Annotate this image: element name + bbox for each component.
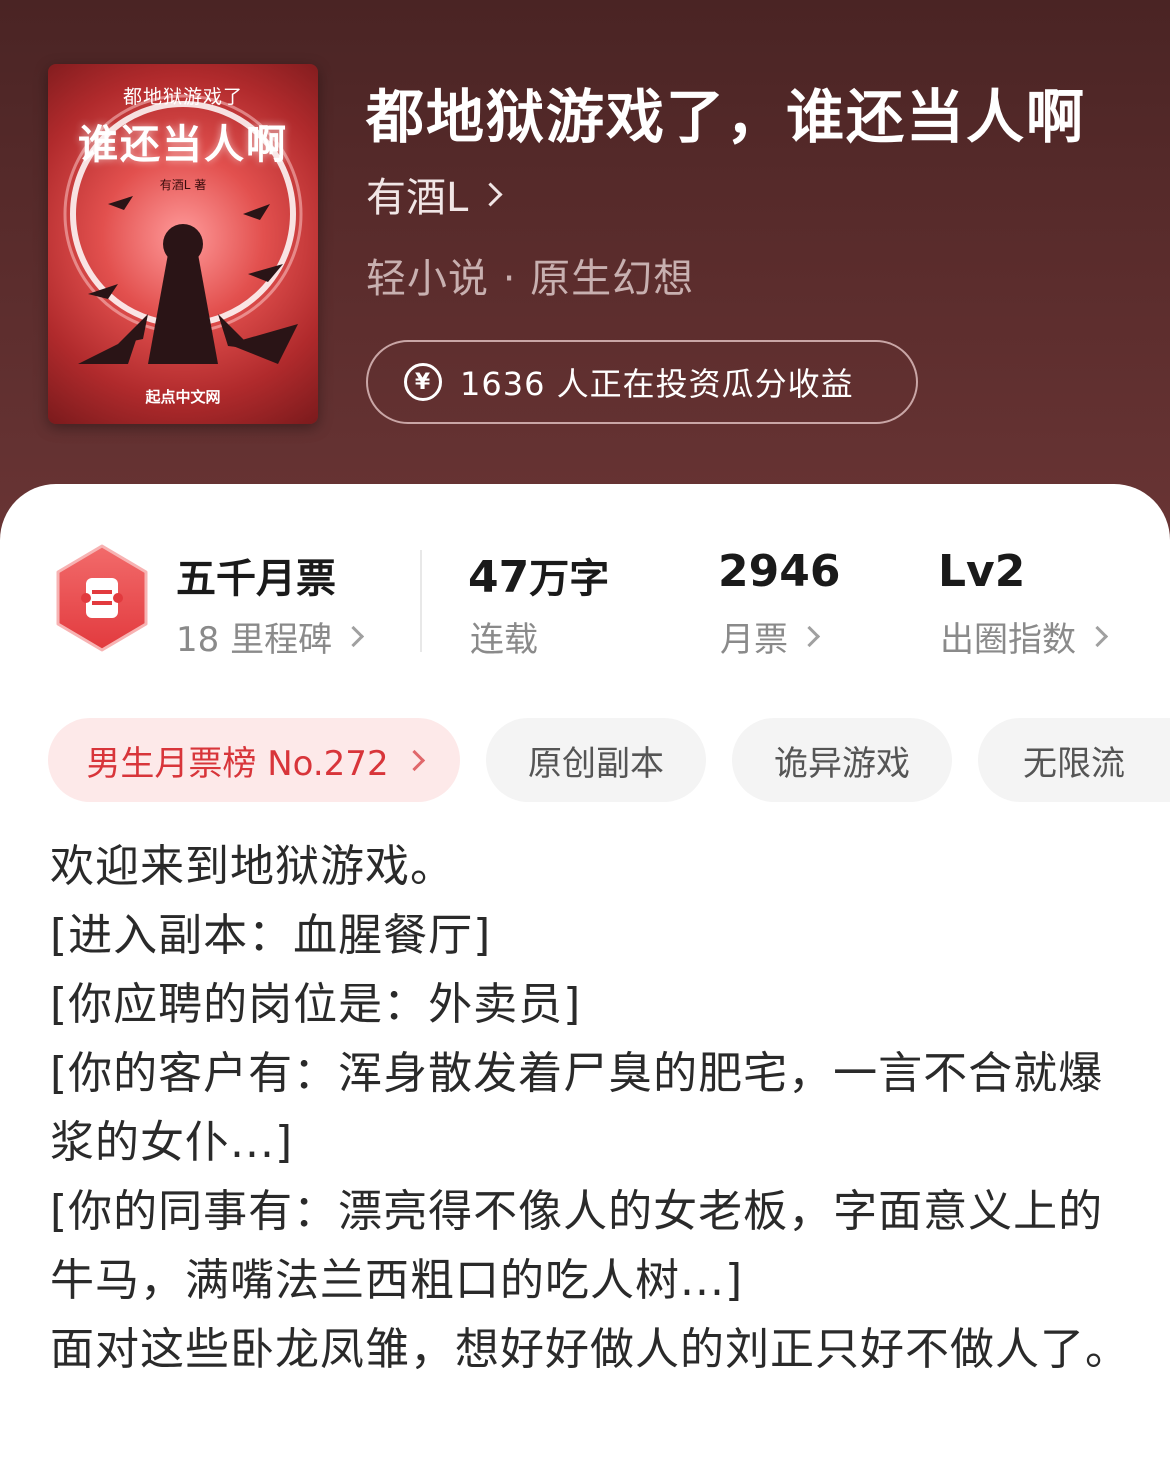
word-count-unit: 万字	[529, 556, 610, 602]
invest-text: 1636 人正在投资瓜分收益	[460, 365, 854, 403]
genre-label: 轻小说 · 原生幻想	[366, 256, 695, 302]
tag-label: 原创副本	[528, 743, 664, 784]
book-header: 都地狱游戏了 谁还当人啊 有酒L 著 起点中文网 都地狱游戏了，谁还当人啊 有酒…	[0, 0, 1170, 560]
tag-original-dungeon[interactable]: 原创副本	[486, 718, 706, 802]
cover-subtitle: 都地狱游戏了	[122, 86, 243, 108]
milestone-link[interactable]: 18 里程碑	[176, 612, 365, 661]
description-line: [你的客户有：浑身散发着尸臭的肥宅，一言不合就爆浆的女仆...]	[50, 1048, 1104, 1168]
milestone-count: 18 里程碑	[176, 620, 333, 660]
tag-label: 无限流	[1023, 743, 1125, 784]
serial-status: 连载	[470, 612, 538, 661]
ticket-badge-icon	[56, 544, 148, 652]
serial-status-label: 连载	[470, 620, 538, 660]
stats-row: 五千月票 18 里程碑 47万字 连载 2946 月票 Lv2 出圈指数	[0, 484, 1170, 684]
influence-link[interactable]: 出圈指数	[940, 612, 1109, 661]
chevron-right-icon	[403, 749, 425, 771]
description-line: [进入副本：血腥餐厅]	[50, 910, 492, 961]
description-line: [你应聘的岗位是：外卖员]	[50, 979, 582, 1030]
author-link[interactable]: 有酒L	[366, 168, 503, 221]
book-description[interactable]: 欢迎来到地狱游戏。 [进入副本：血腥餐厅] [你应聘的岗位是：外卖员] [你的客…	[50, 832, 1130, 1384]
word-count: 47万字	[468, 546, 609, 604]
yuan-icon: ¥	[404, 363, 442, 401]
monthly-votes-link[interactable]: 月票	[720, 612, 821, 661]
influence-label: 出圈指数	[940, 620, 1076, 660]
invest-button[interactable]: ¥ 1636 人正在投资瓜分收益	[366, 340, 918, 424]
chevron-right-icon	[798, 625, 821, 648]
description-line: [你的同事有：漂亮得不像人的女老板，字面意义上的牛马，满嘴法兰西粗口的吃人树..…	[50, 1186, 1104, 1306]
chevron-right-icon	[342, 625, 365, 648]
tag-rank-label: 男生月票榜 No.272	[86, 743, 389, 784]
tag-infinite-flow[interactable]: 无限流	[978, 718, 1170, 802]
chevron-right-icon	[478, 181, 503, 207]
description-line: 欢迎来到地狱游戏。	[50, 841, 455, 892]
book-info-card: 五千月票 18 里程碑 47万字 连载 2946 月票 Lv2 出圈指数 男生月…	[0, 484, 1170, 1472]
milestone-title: 五千月票	[176, 556, 336, 602]
tag-rank[interactable]: 男生月票榜 No.272	[48, 718, 460, 802]
influence-level: Lv2	[938, 546, 1026, 597]
book-title: 都地狱游戏了，谁还当人啊	[366, 83, 1087, 151]
word-count-value: 47	[468, 552, 530, 603]
tag-weird-game[interactable]: 诡异游戏	[732, 718, 952, 802]
monthly-votes-label: 月票	[720, 620, 788, 660]
monthly-votes-value: 2946	[718, 546, 841, 597]
chevron-right-icon	[1086, 625, 1109, 648]
description-line: 面对这些卧龙凤雏，想好好做人的刘正只好不做人了。	[50, 1324, 1130, 1375]
stats-divider	[420, 550, 422, 652]
book-cover[interactable]: 都地狱游戏了 谁还当人啊 有酒L 著 起点中文网	[48, 64, 318, 424]
tag-label: 诡异游戏	[774, 743, 910, 784]
cover-author: 有酒L 著	[159, 178, 207, 192]
cover-publisher: 起点中文网	[145, 388, 221, 406]
author-name: 有酒L	[366, 175, 469, 221]
cover-title: 谁还当人啊	[78, 122, 288, 168]
